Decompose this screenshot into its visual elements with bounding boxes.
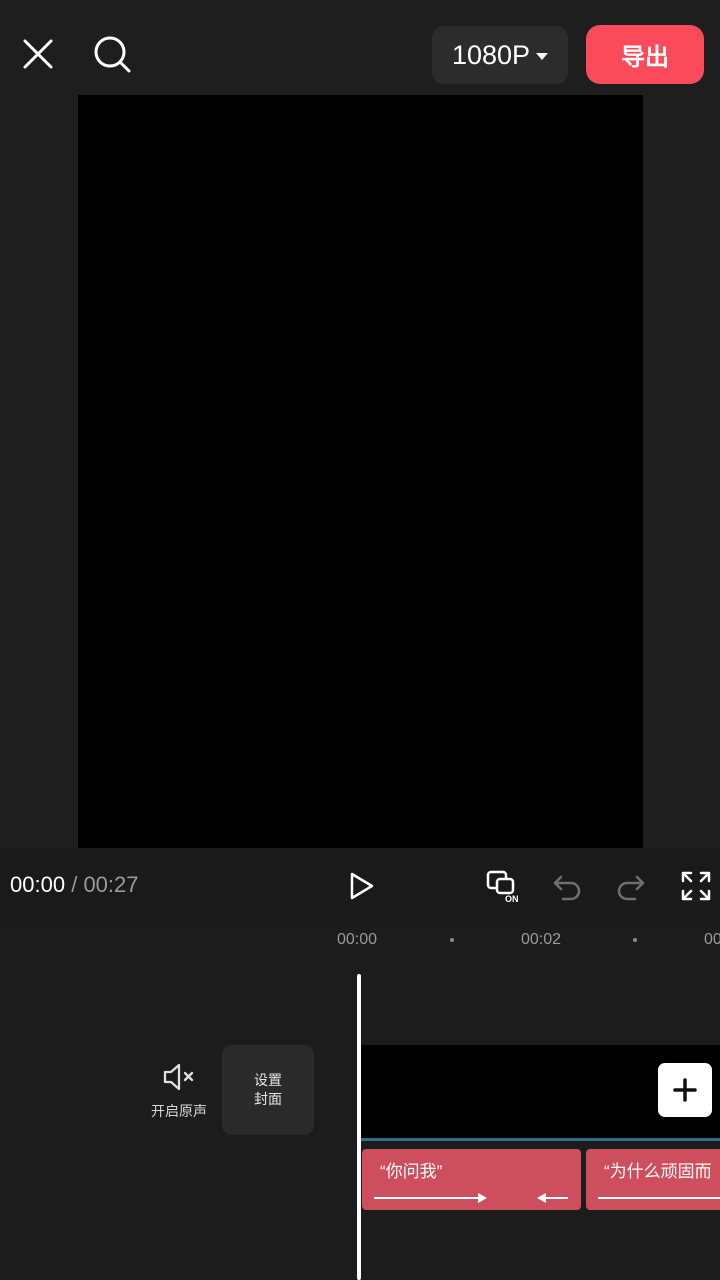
time-display: 00:00 / 00:27 (10, 872, 139, 898)
current-time: 00:00 (10, 872, 66, 897)
text-clip-label: “你问我” (380, 1162, 443, 1181)
set-cover-button[interactable]: 设置 封面 (222, 1045, 314, 1135)
export-button[interactable]: 导出 (586, 25, 704, 84)
text-clip-label: “为什么顽固而 (604, 1162, 712, 1181)
search-button[interactable] (88, 30, 136, 78)
video-preview[interactable] (78, 95, 643, 848)
ruler-tick-dot (450, 938, 454, 942)
cover-label-line2: 封面 (254, 1091, 282, 1107)
plus-icon (673, 1078, 697, 1102)
total-time: 00:27 (83, 872, 139, 897)
link-toggle-button[interactable]: ON (480, 862, 528, 910)
play-button[interactable] (337, 862, 385, 910)
undo-icon (553, 875, 581, 901)
cover-label-line1: 设置 (254, 1072, 282, 1088)
mute-label: 开启原声 (151, 1103, 207, 1119)
redo-button[interactable] (607, 862, 655, 910)
clip-animation-arrows (374, 1193, 568, 1203)
close-button[interactable] (14, 30, 62, 78)
undo-button[interactable] (543, 862, 591, 910)
resolution-dropdown[interactable]: 1080P (432, 26, 568, 84)
text-clip[interactable]: “你问我” (362, 1149, 581, 1210)
clip-animation-line (598, 1197, 720, 1199)
fullscreen-button[interactable] (672, 862, 720, 910)
ruler-tick-label: 00 (704, 931, 720, 948)
ruler-tick-dot (633, 938, 637, 942)
original-sound-toggle[interactable]: 开启原声 (140, 1062, 218, 1121)
add-clip-button[interactable] (658, 1063, 712, 1117)
time-separator: / (71, 872, 78, 897)
search-icon (94, 36, 131, 73)
mute-icon (163, 1063, 194, 1091)
chevron-down-icon (536, 52, 549, 60)
svg-text:ON: ON (505, 894, 519, 903)
link-on-icon: ON (486, 870, 519, 903)
ruler-tick-label: 00:02 (521, 931, 562, 948)
play-icon (350, 872, 374, 900)
resolution-label: 1080P (451, 39, 531, 70)
ruler-tick-label: 00:00 (337, 931, 378, 948)
track-divider (360, 1138, 720, 1141)
playhead[interactable] (357, 974, 361, 1280)
text-clip[interactable]: “为什么顽固而 (586, 1149, 720, 1210)
fullscreen-icon (681, 871, 711, 901)
close-icon (23, 39, 53, 69)
redo-icon (617, 875, 645, 901)
